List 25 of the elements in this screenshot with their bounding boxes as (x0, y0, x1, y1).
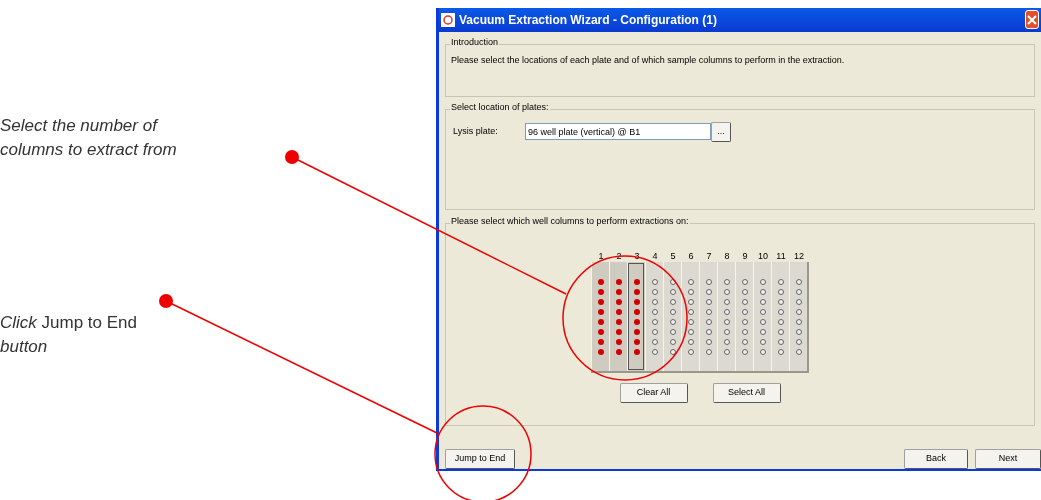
column-number: 9 (741, 250, 749, 263)
group-legend: Introduction (450, 37, 500, 47)
callout-text: Click Jump to End button (0, 312, 138, 358)
intro-text: Please select the locations of each plate and of which sample columns to perform in the extraction. (450, 53, 846, 67)
column-number: 8 (723, 250, 731, 263)
clear-all-button[interactable]: Clear All (619, 383, 688, 404)
browse-button[interactable]: ... (711, 121, 731, 142)
group-legend: Select location of plates: (450, 102, 550, 112)
plate-field[interactable]: 96 well plate (vertical) @ B1 (525, 123, 711, 141)
window-title: Vacuum Extraction Wizard - Configuration (1) (459, 11, 717, 29)
column-number: 10 (757, 250, 769, 263)
group-legend: Please select which well columns to perform extractions on: (450, 217, 690, 227)
field-label: Lysis plate: (453, 124, 499, 138)
back-button[interactable]: Back (904, 449, 968, 469)
callout-text: Select the number of columns to extract from (0, 115, 178, 161)
column-number: 11 (775, 250, 787, 263)
next-button[interactable]: Next (975, 449, 1041, 469)
column-number: 5 (669, 250, 677, 263)
column-number: 7 (705, 250, 713, 263)
column-number: 12 (793, 250, 805, 263)
select-all-button[interactable]: Select All (712, 383, 781, 404)
jump-to-end-button[interactable]: Jump to End (445, 449, 515, 469)
column-number: 6 (687, 250, 695, 263)
column-number: 4 (651, 250, 659, 263)
column-number: 1 (597, 250, 605, 263)
